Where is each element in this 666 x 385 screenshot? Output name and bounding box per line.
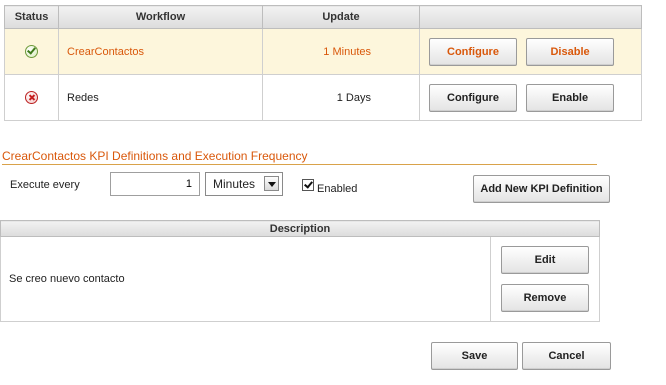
ok-icon [25,45,38,58]
kpi-description: Se creo nuevo contacto [0,236,491,322]
header-update: Update [262,5,420,29]
kpi-table-header: Description [0,220,601,237]
workflow-row-crearcontactos: CrearContactos 1 Minutes Configure Disab… [4,28,642,75]
edit-button[interactable]: Edit [501,246,589,274]
status-cell [4,74,59,121]
execute-interval-input[interactable] [110,172,200,196]
configure-button[interactable]: Configure [429,37,517,66]
kpi-row: Se creo nuevo contacto Edit Remove [0,236,601,322]
workflow-update: 1 Minutes [262,28,420,75]
kpi-section-title: CrearContactos KPI Definitions and Execu… [2,149,597,165]
workflow-name: CrearContactos [58,28,263,75]
cancel-button[interactable]: Cancel [522,342,611,370]
enabled-checkbox[interactable] [302,179,314,191]
enable-button[interactable]: Enable [526,83,615,112]
save-button[interactable]: Save [431,342,518,370]
interval-unit-value: Minutes [213,177,256,191]
header-workflow: Workflow [58,5,263,29]
workflow-row-redes: Redes 1 Days Configure Enable [4,74,642,121]
header-actions [419,5,642,29]
execute-every-label: Execute every [10,179,80,191]
workflow-actions: Configure Disable [419,28,642,75]
error-icon [25,91,38,104]
header-description: Description [0,220,601,237]
chevron-down-icon[interactable] [264,176,279,191]
kpi-definitions-table: Description Se creo nuevo contacto Edit … [0,220,601,322]
add-kpi-definition-button[interactable]: Add New KPI Definition [473,175,610,203]
header-status: Status [4,5,59,29]
workflow-name: Redes [58,74,263,121]
workflow-actions: Configure Enable [419,74,642,121]
enabled-label: Enabled [317,183,358,195]
interval-unit-select[interactable]: Minutes [205,172,283,196]
disable-button[interactable]: Disable [526,37,615,66]
configure-button[interactable]: Configure [429,83,517,112]
workflow-table-header: Status Workflow Update [4,5,642,29]
workflow-update: 1 Days [262,74,420,121]
workflow-table: Status Workflow Update CrearContactos 1 … [4,5,642,121]
status-cell [4,28,59,75]
remove-button[interactable]: Remove [501,284,589,312]
kpi-row-actions: Edit Remove [489,236,601,322]
